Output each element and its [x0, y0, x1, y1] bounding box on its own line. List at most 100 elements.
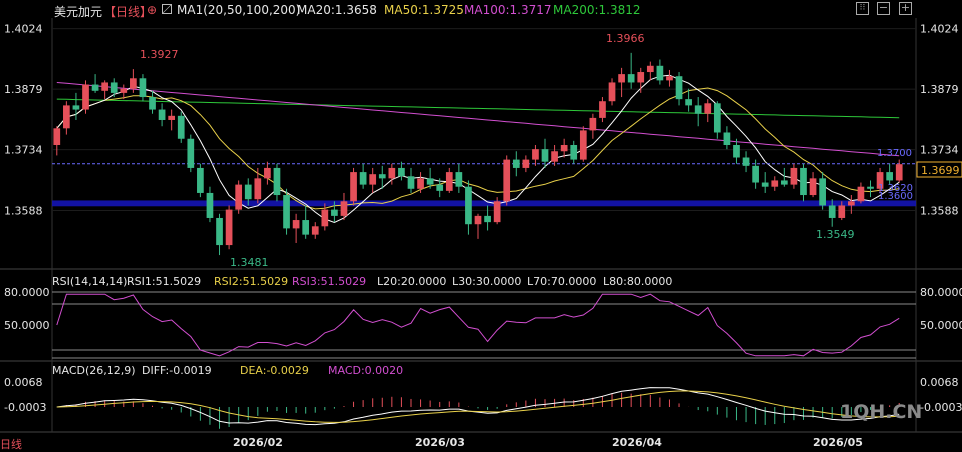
candle-body	[244, 184, 252, 200]
candle-body	[857, 186, 865, 202]
candle-body	[216, 217, 223, 246]
candle-body	[273, 167, 281, 196]
candle-body	[733, 145, 740, 158]
candle-body	[235, 184, 243, 210]
candle-body	[91, 84, 99, 91]
candle-body	[158, 109, 166, 120]
rsi-legend-item: L20:20.0000	[377, 275, 446, 288]
candle-body	[264, 167, 271, 179]
candle-body	[197, 167, 204, 193]
x-tick-label: 2026/04	[612, 436, 662, 449]
candle-body	[455, 172, 463, 187]
candle-body	[149, 97, 156, 110]
macd-y-tick: -0.0003	[4, 401, 46, 414]
x-tick-label: 2026/05	[813, 436, 863, 449]
candle-body	[752, 165, 759, 183]
candle-body	[819, 178, 826, 206]
candle-body	[206, 192, 214, 218]
support-band	[52, 200, 916, 207]
rsi-legend-item: RSI2:51.5029	[214, 275, 288, 288]
candle-body	[53, 128, 61, 145]
rsi-legend-item: RSI1:51.5029	[127, 275, 201, 288]
candle-body	[426, 178, 434, 185]
candle-body	[675, 76, 683, 100]
candle-body	[694, 105, 702, 114]
ma20-line	[56, 74, 900, 224]
candle-body	[407, 176, 415, 189]
low-label: 1.3481	[230, 256, 269, 269]
macd-legend-item: MACD(26,12,9)	[52, 364, 136, 377]
candle-body	[790, 167, 798, 185]
macd-legend-item: DEA:-0.0029	[240, 364, 309, 377]
candle-body	[895, 164, 903, 181]
candle-body	[551, 151, 558, 162]
rsi-legend-item: RSI(14,14,14)	[52, 275, 127, 288]
candle-body	[704, 103, 712, 114]
line-label: 1.3600	[878, 191, 913, 202]
candle-body	[302, 220, 310, 235]
candle-body	[838, 205, 846, 218]
corner-period-label: 日线	[0, 437, 22, 451]
chart-window: 美元加元 【日线】 ⊕ MA1(20,50,100,200) MA20:1.36…	[0, 0, 962, 452]
rsi-legend-item: L80:80.0000	[603, 275, 672, 288]
low2-label: 1.3549	[816, 228, 855, 241]
x-tick-label: 2026/03	[415, 436, 465, 449]
y-tick-label-right: 1.4024	[920, 23, 959, 36]
y-tick-label-right: 1.3879	[920, 83, 959, 96]
y-tick-label-right: 1.3588	[920, 204, 959, 217]
candle-body	[532, 149, 539, 160]
y-tick-label-left: 1.3879	[4, 83, 43, 96]
x-tick-label: 2026/02	[233, 436, 283, 449]
high-label: 1.3927	[140, 48, 179, 61]
candle-body	[321, 209, 329, 227]
candle-body	[512, 159, 520, 168]
candle-body	[886, 172, 893, 181]
candle-body	[867, 186, 874, 189]
candle-body	[541, 149, 549, 162]
macd-y-tick: 0.0068	[4, 376, 43, 389]
rsi-y-tick: 80.0000	[4, 286, 50, 299]
candle-body	[800, 167, 807, 196]
candle-body	[417, 178, 424, 189]
candle-body	[579, 130, 587, 160]
rsi-y-tick: 80.0000	[920, 286, 962, 299]
candle-body	[666, 76, 673, 81]
candle-body	[713, 103, 721, 133]
candle-body	[130, 78, 137, 89]
candle-body	[637, 72, 645, 83]
chart-canvas[interactable]: 1.4024 1.4024 1.3879 1.3879 1.3734 1.3734 1.35…	[0, 0, 962, 452]
macd-y-tick: -0.0003	[920, 401, 962, 414]
candle-body	[72, 105, 80, 110]
y-tick-label-left: 1.3734	[4, 144, 43, 157]
candle-body	[436, 184, 444, 191]
candle-body	[101, 82, 109, 91]
macd-legend-item: DIFF:-0.0019	[142, 364, 212, 377]
candle-body	[618, 74, 625, 83]
candle-body	[503, 159, 511, 202]
candle-body	[560, 145, 568, 152]
candle-body	[474, 215, 482, 225]
watermark-logo: 1QH.CN	[840, 401, 922, 423]
candle-body	[484, 215, 491, 223]
candle-body	[340, 201, 348, 216]
candle-body	[742, 157, 750, 166]
macd-dea-line	[56, 390, 900, 423]
candle-body	[780, 180, 788, 185]
macd-y-tick: 0.0068	[920, 376, 959, 389]
last-price-value: 1.3699	[921, 164, 960, 177]
candle-body	[685, 99, 692, 106]
rsi-y-tick: 50.0000	[920, 319, 962, 332]
candle-body	[445, 172, 453, 191]
candle-body	[493, 201, 501, 223]
candle-body	[646, 65, 654, 73]
candle-body	[311, 226, 319, 235]
candle-body	[177, 115, 185, 139]
candle-body	[350, 172, 357, 202]
line-label: 1.3700	[877, 148, 912, 159]
y-tick-label-left: 1.4024	[4, 23, 43, 36]
candle-body	[522, 159, 530, 168]
high2-label: 1.3966	[606, 32, 645, 45]
candle-body	[63, 105, 70, 129]
y-tick-label-right: 1.3734	[920, 144, 959, 157]
candle-body	[187, 138, 195, 168]
